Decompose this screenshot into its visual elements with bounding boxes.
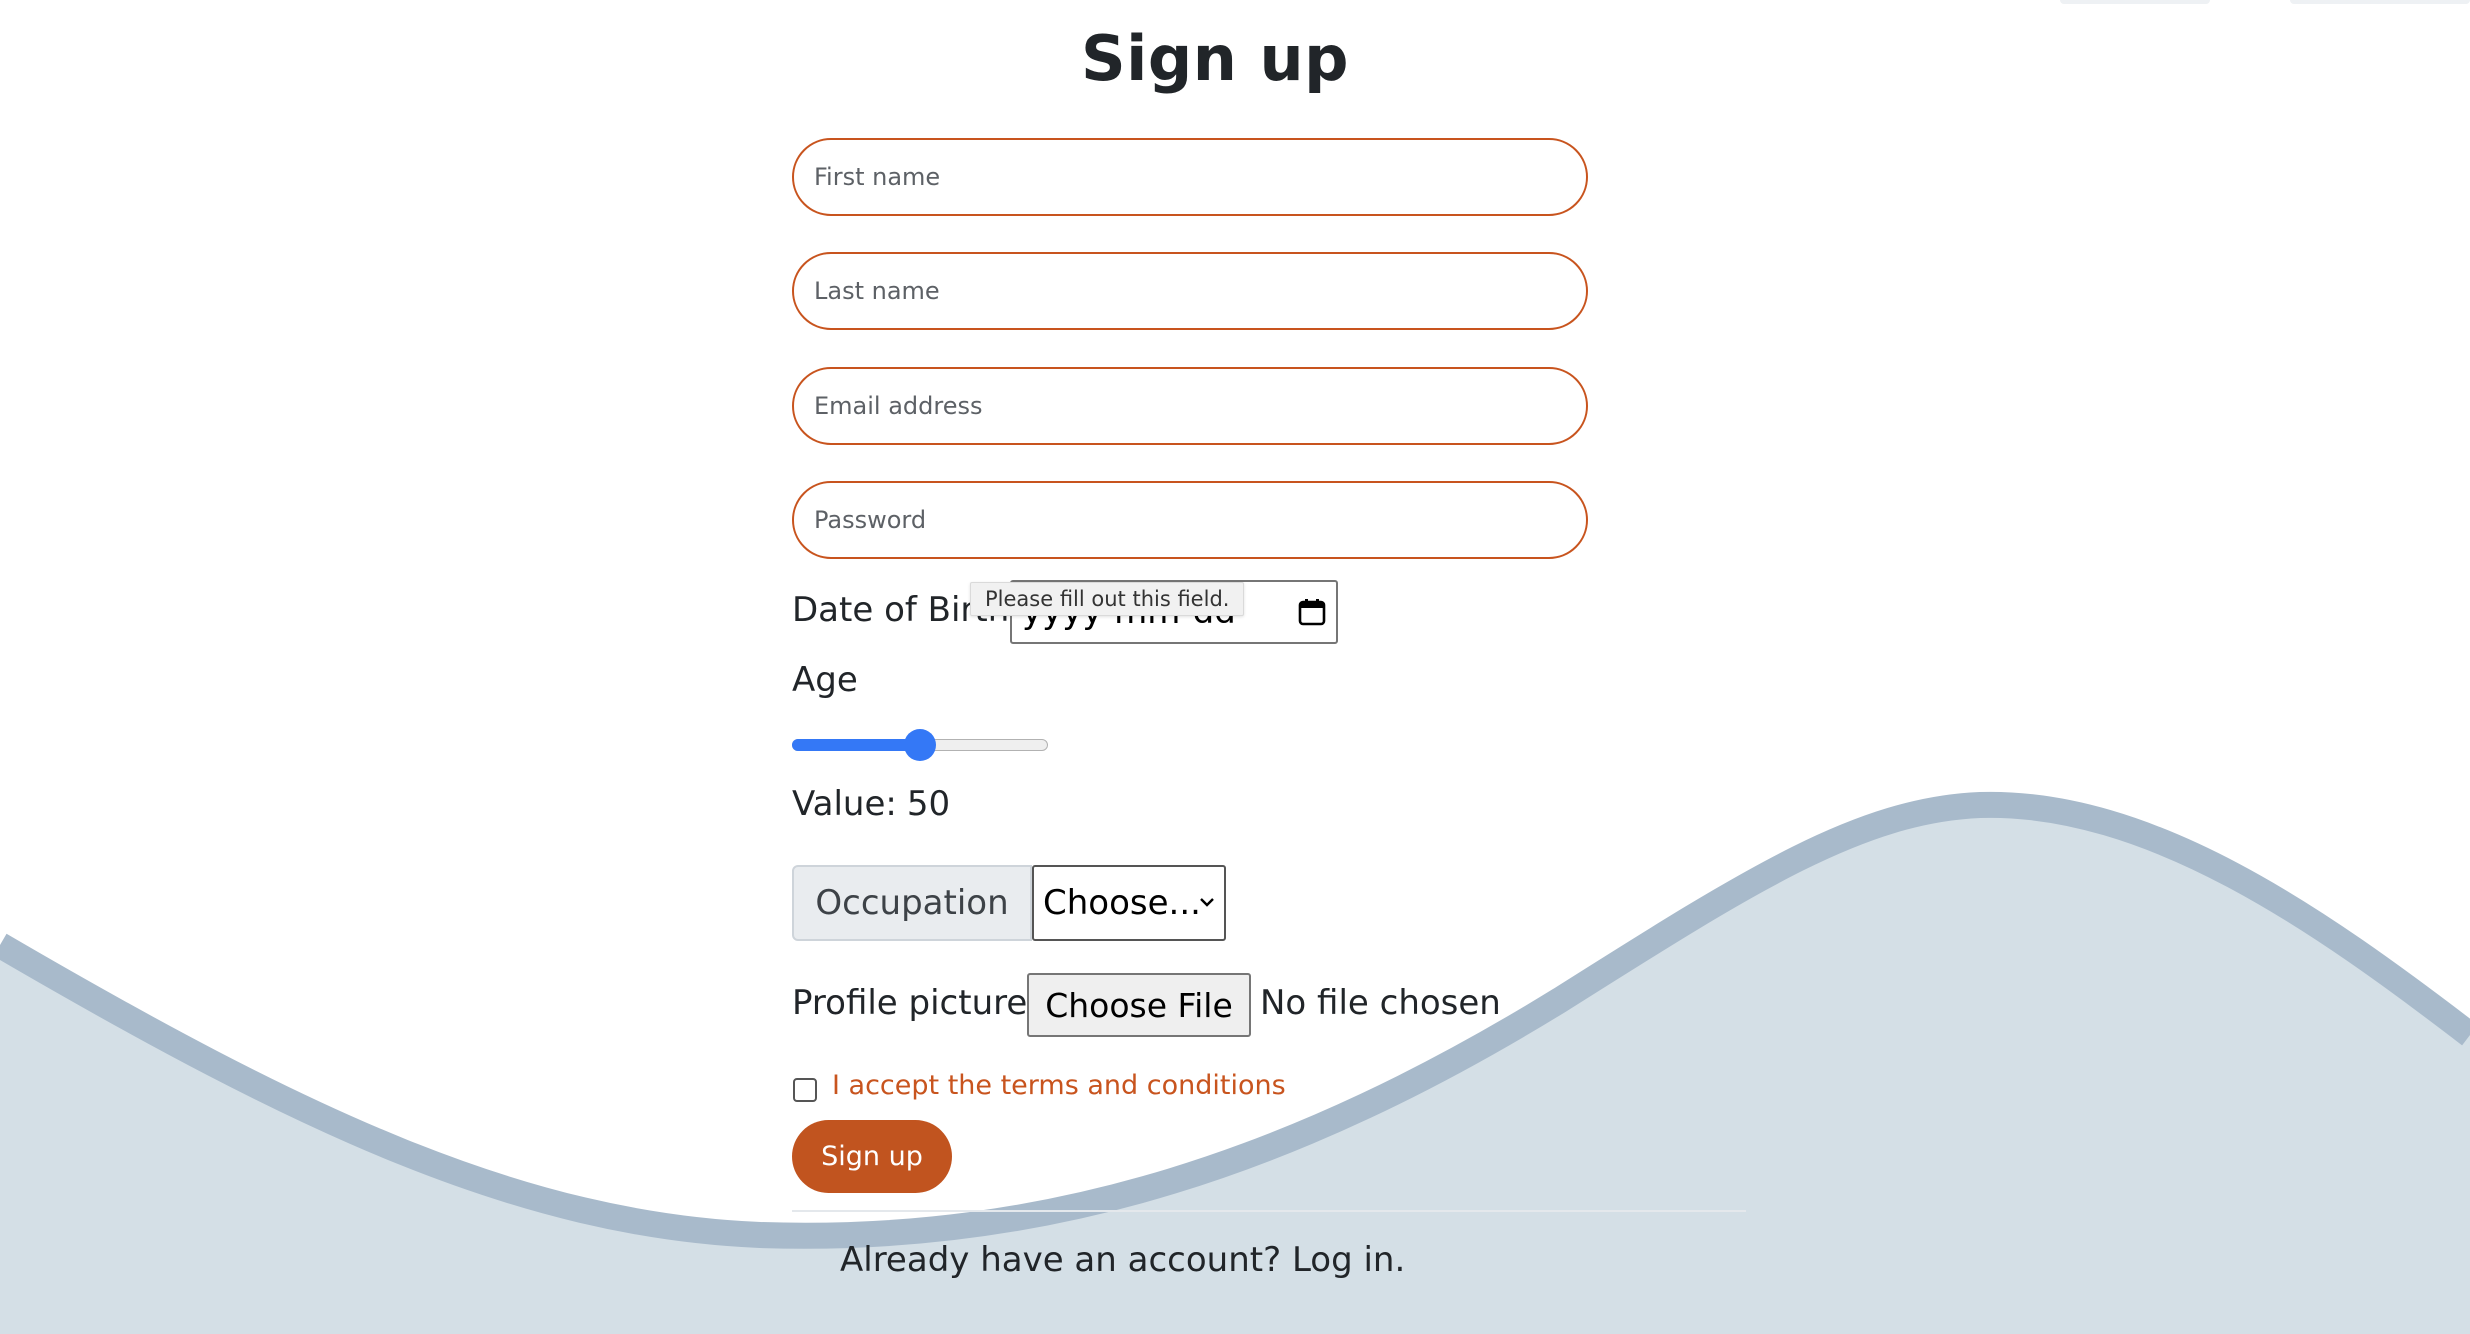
page: Sign up Date of Birth yyyy-mm-dd Please … <box>0 0 2470 1334</box>
slider-thumb[interactable] <box>904 729 936 761</box>
file-status: No file chosen <box>1260 983 1501 1023</box>
sign-up-button[interactable]: Sign up <box>792 1120 952 1193</box>
first-name-input[interactable] <box>792 138 1588 216</box>
password-input[interactable] <box>792 481 1588 559</box>
login-link[interactable]: Log in. <box>1292 1240 1405 1280</box>
choose-file-button[interactable]: Choose File <box>1027 973 1251 1037</box>
value-label: Value: <box>792 784 897 824</box>
age-value-display: Value: 50 <box>792 784 950 824</box>
top-edge-tab <box>2290 0 2470 4</box>
occupation-label: Occupation <box>792 865 1032 941</box>
email-input[interactable] <box>792 367 1588 445</box>
occupation-selected-value: Choose... <box>1043 883 1201 923</box>
slider-fill <box>792 739 920 751</box>
occupation-select[interactable]: Choose... <box>1032 865 1226 941</box>
chevron-down-icon <box>1200 898 1214 907</box>
page-title: Sign up <box>1080 22 1350 95</box>
validation-tooltip: Please fill out this field. <box>970 582 1245 616</box>
login-prompt-text: Already have an account? <box>840 1240 1282 1280</box>
age-label: Age <box>792 660 858 700</box>
terms-label[interactable]: I accept the terms and conditions <box>832 1070 1286 1101</box>
profile-picture-label: Profile picture <box>792 983 1028 1023</box>
terms-checkbox[interactable] <box>793 1078 817 1102</box>
value-number: 50 <box>906 784 951 824</box>
login-prompt: Already have an account? Log in. <box>840 1240 1405 1280</box>
calendar-icon[interactable] <box>1298 598 1326 626</box>
age-slider[interactable] <box>792 728 1050 762</box>
top-edge-tab <box>2060 0 2210 4</box>
last-name-input[interactable] <box>792 252 1588 330</box>
divider <box>792 1210 1746 1212</box>
